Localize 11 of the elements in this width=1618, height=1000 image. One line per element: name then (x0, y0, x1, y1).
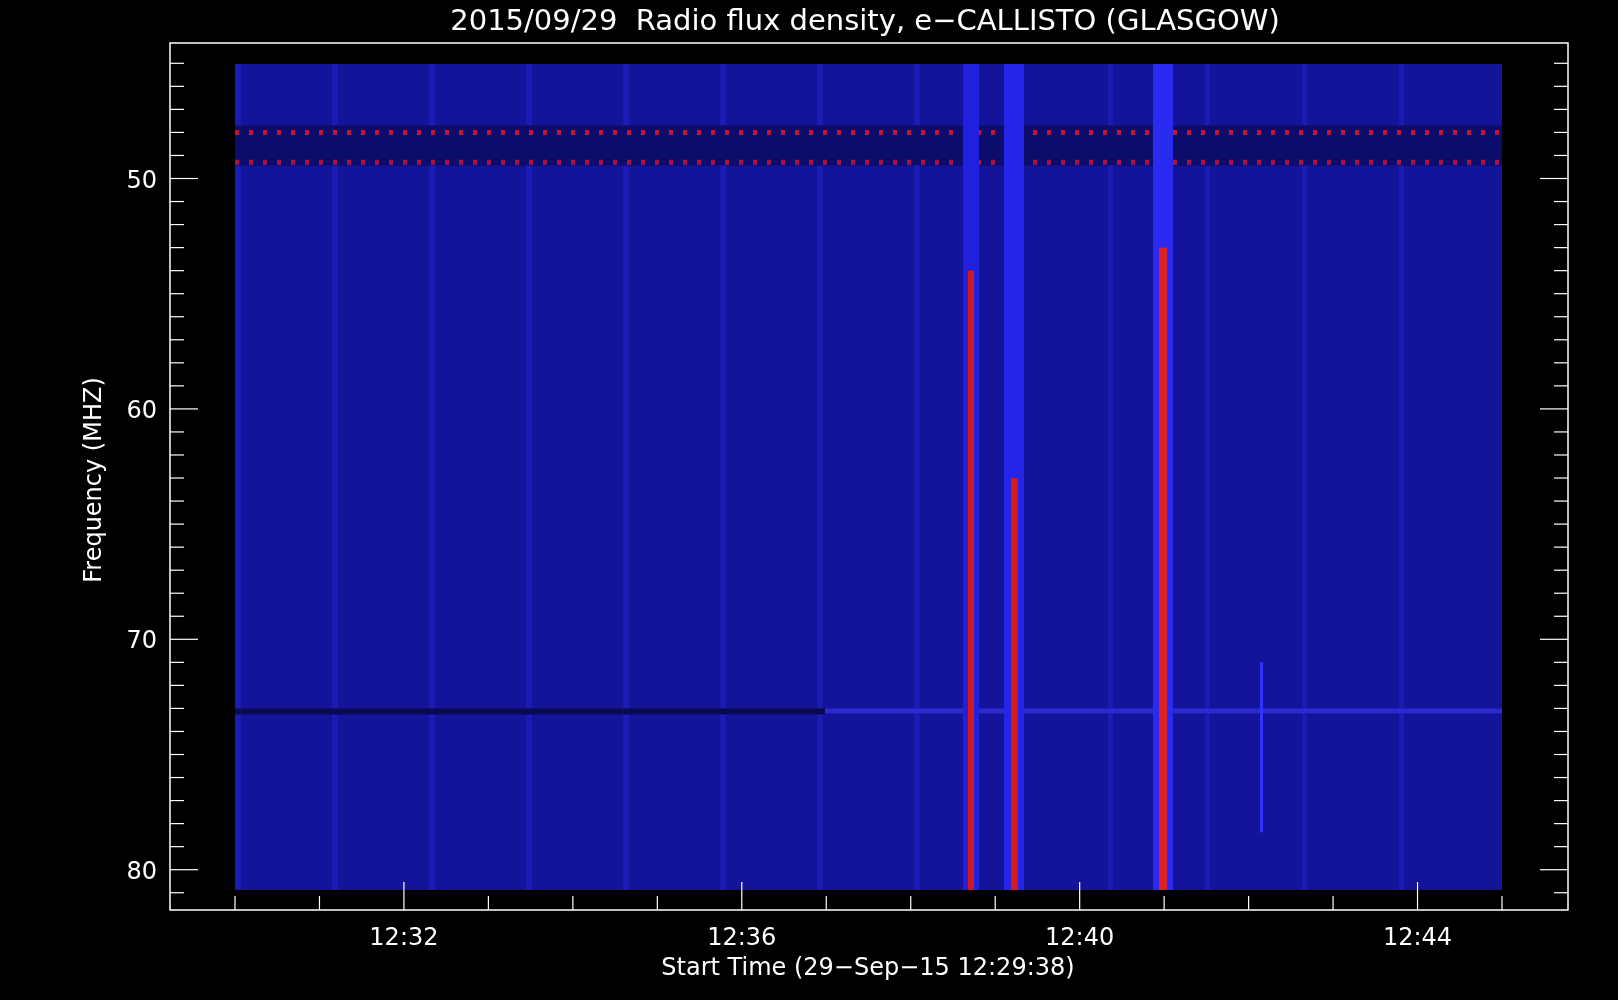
y-tick-label: 80 (126, 856, 157, 885)
chart-title: 2015/09/29 Radio flux density, e−CALLISTO (GLASGOW) (450, 3, 1280, 37)
y-axis-label: Frequency (MHZ) (79, 377, 107, 583)
y-tick-label: 60 (126, 395, 157, 424)
x-axis-label: Start Time (29−Sep−15 12:29:38) (661, 953, 1075, 981)
x-tick-label: 12:36 (707, 923, 777, 951)
y-tick-label: 70 (126, 626, 157, 655)
x-tick-label: 12:40 (1045, 923, 1115, 951)
x-tick-label: 12:32 (369, 923, 439, 951)
x-tick-label: 12:44 (1382, 923, 1453, 951)
y-tick-label: 50 (126, 165, 157, 194)
